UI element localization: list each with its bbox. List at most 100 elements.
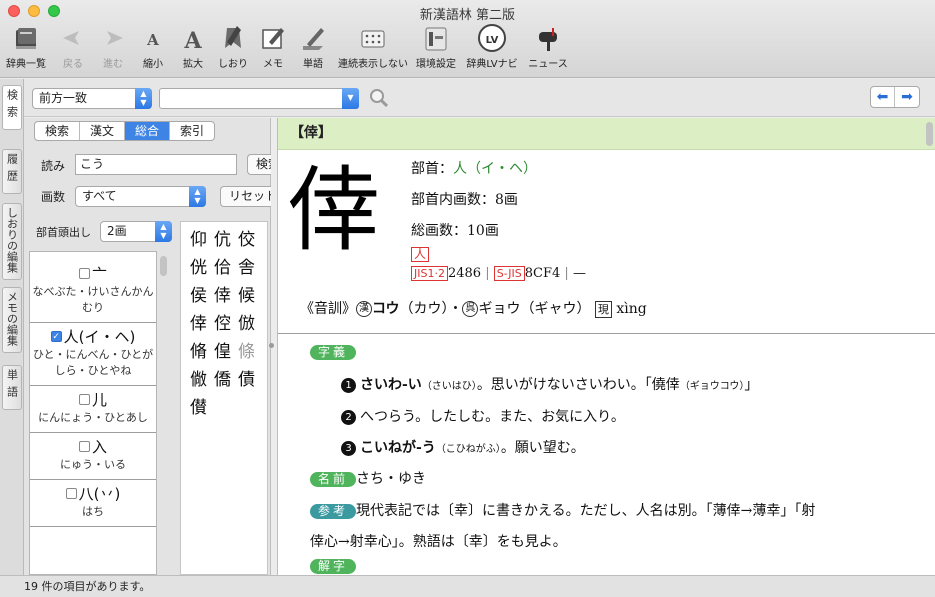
kanji-result[interactable]: 偟 [212, 342, 233, 363]
status-bar: 19 件の項目があります。 [0, 575, 935, 597]
kan-on-mark: 漢 [356, 301, 372, 317]
scrollbar[interactable] [160, 256, 167, 276]
back-arrow-icon [63, 31, 79, 45]
search-type-tabs: 検索 漢文 総合 索引 [34, 121, 216, 141]
tab-bookmark-edit[interactable]: しおりの編集 [2, 203, 22, 280]
tab-sougou[interactable]: 総合 [125, 122, 171, 140]
kanji-result-grid: 仰 伉 佼 侊 佮 舎 侯 倖 候 倖 倥 倣 脩 偟 條 僘 僑 債 儧 [180, 221, 268, 575]
reading-label: 読み [41, 159, 66, 173]
radical-link[interactable]: 人（イ・ヘ） [453, 161, 537, 177]
entry-kanji: 倖 [288, 157, 381, 264]
inner-strokes: 部首内画数：8画 [411, 192, 518, 208]
tab-words[interactable]: 単語 [2, 365, 22, 410]
tab-kanbun[interactable]: 漢文 [80, 122, 126, 140]
books-icon [16, 28, 36, 49]
kanji-result[interactable]: 倣 [236, 314, 257, 335]
shrink-font-button[interactable]: A 縮小 [136, 22, 170, 74]
enlarge-font-button[interactable]: A 拡大 [176, 22, 210, 74]
reading-input[interactable]: こう [75, 154, 237, 175]
list-item[interactable]: 亠 なべぶた・けいさんかんむり [30, 252, 156, 323]
meaning-badge: 字義 [310, 344, 357, 360]
kanji-result[interactable]: 倥 [212, 314, 233, 335]
search-input[interactable]: ▼ [159, 88, 359, 109]
kanji-result[interactable]: 侯 [188, 286, 209, 307]
mailbox-icon [539, 28, 557, 51]
tab-kensaku[interactable]: 検索 [35, 122, 81, 140]
kanji-result[interactable]: 候 [236, 286, 257, 307]
back-button[interactable]: 戻る [56, 22, 90, 74]
kanji-result[interactable]: 僑 [212, 370, 233, 391]
memo-button[interactable]: メモ [256, 22, 290, 74]
explain-badge: 解字 [310, 558, 357, 574]
checkbox[interactable] [78, 441, 90, 452]
entry-view: 【倖】 倖 部首：人（イ・ヘ） 部首内画数：8画 総画数：10画 人 JIS1·… [277, 118, 935, 575]
title-bar: 新漢語林 第二版 辞典一覧 戻る 進む A 縮小 A 拡大 しおり メモ 単語 … [0, 0, 935, 78]
kanji-result[interactable]: 倖 [212, 286, 233, 307]
tab-sakuin[interactable]: 索引 [170, 122, 214, 140]
chevron-down-icon[interactable]: ▼ [342, 88, 359, 109]
section-reference: 参考 現代表記では〔幸〕に書きかえる。ただし、人名は別。「薄倖→薄幸」「射 [310, 500, 815, 520]
search-mode-select[interactable]: 前方一致 ▲ ▼ [32, 88, 152, 109]
svg-text:A: A [183, 28, 202, 54]
checkbox[interactable] [65, 488, 77, 499]
reset-button[interactable]: リセット [220, 186, 271, 207]
font-smaller-icon: A [146, 31, 159, 49]
checkbox[interactable] [78, 394, 90, 405]
memo-icon [262, 28, 284, 49]
lv-navi-button[interactable]: LV 辞典LVナビ [464, 22, 520, 74]
forward-button[interactable]: 進む [96, 22, 130, 74]
next-arrow-icon[interactable]: ➡ [895, 87, 919, 107]
checkbox[interactable] [78, 268, 90, 279]
code-info: JIS1·2 2486 | S-JIS 8CF4 | — [411, 266, 586, 281]
splitter-handle[interactable] [269, 343, 274, 348]
font-larger-icon: A [183, 28, 202, 54]
list-item[interactable]: 儿 にんにょう・ひとあし [30, 386, 156, 433]
kanji-result[interactable]: 僘 [188, 370, 209, 391]
search-icon[interactable] [368, 87, 390, 109]
kanji-result[interactable]: 佼 [236, 230, 257, 251]
reference-continued: 倖心→射幸心」。熟語は〔幸〕をも見よ。 [310, 534, 567, 550]
continuous-display-button[interactable]: 連続表示しない [336, 22, 410, 74]
kanji-result[interactable]: 佮 [212, 258, 233, 279]
kanji-result[interactable]: 條 [236, 342, 257, 363]
kanji-result[interactable]: 舎 [236, 258, 257, 279]
list-item[interactable]: 入 にゅう・いる [30, 433, 156, 480]
kanji-result[interactable]: 倖 [188, 314, 209, 335]
tab-memo-edit[interactable]: メモの編集 [2, 287, 22, 353]
chevron-updown-icon: ▲ ▼ [189, 186, 206, 207]
tab-history[interactable]: 履歴 [2, 149, 22, 194]
kanji-result[interactable]: 伉 [212, 230, 233, 251]
preferences-button[interactable]: 環境設定 [415, 22, 457, 74]
kanji-result[interactable]: 債 [236, 370, 257, 391]
word-button[interactable]: 単語 [296, 22, 330, 74]
meaning-2: 2 へつらう。したしむ。また、お気に入り。 [341, 406, 625, 426]
tab-search[interactable]: 検索 [2, 85, 22, 130]
kanji-result[interactable]: 儧 [188, 398, 209, 419]
strokes-select[interactable]: すべて ▲ ▼ [75, 186, 206, 207]
radical-strokes-select[interactable]: 2画 ▲ ▼ [100, 221, 172, 242]
news-button[interactable]: ニュース [526, 22, 570, 74]
chevron-updown-icon: ▲ ▼ [135, 88, 152, 109]
scrollbar[interactable] [926, 122, 933, 146]
kanji-result[interactable]: 侊 [188, 258, 209, 279]
section-name: 名前 さち・ゆき [310, 468, 426, 488]
preferences-icon [425, 27, 447, 51]
radical-list: 亠 なべぶた・けいさんかんむり ✓ 人(イ・ヘ) ひと・にんべん・ひとがしら・ひと… [29, 251, 157, 575]
bookmark-button[interactable]: しおり [215, 22, 251, 74]
total-strokes: 総画数：10画 [411, 223, 499, 239]
section-meaning: 字義 [310, 344, 357, 360]
jis-badge: JIS1·2 [411, 266, 448, 281]
dictionary-list-button[interactable]: 辞典一覧 [4, 22, 48, 74]
list-item[interactable]: 八(丷) はち [30, 480, 156, 527]
checkbox-checked[interactable]: ✓ [50, 331, 62, 342]
list-item[interactable]: ✓ 人(イ・ヘ) ひと・にんべん・ひとがしら・ひとやね [30, 323, 156, 386]
reading-search-button[interactable]: 検索 [247, 154, 271, 175]
kanji-result[interactable]: 仰 [188, 230, 209, 251]
kanji-result[interactable]: 脩 [188, 342, 209, 363]
prev-arrow-icon[interactable]: ⬅ [871, 87, 895, 107]
entry-header: 【倖】 [278, 118, 935, 150]
onkun-readings: 《音訓》漢コウ（カウ）・呉ギョウ（ギャウ） 現 xìng [300, 300, 647, 318]
name-badge: 名前 [310, 471, 357, 487]
section-explain: 解字 [310, 558, 357, 574]
sjis-badge: S-JIS [493, 266, 525, 281]
